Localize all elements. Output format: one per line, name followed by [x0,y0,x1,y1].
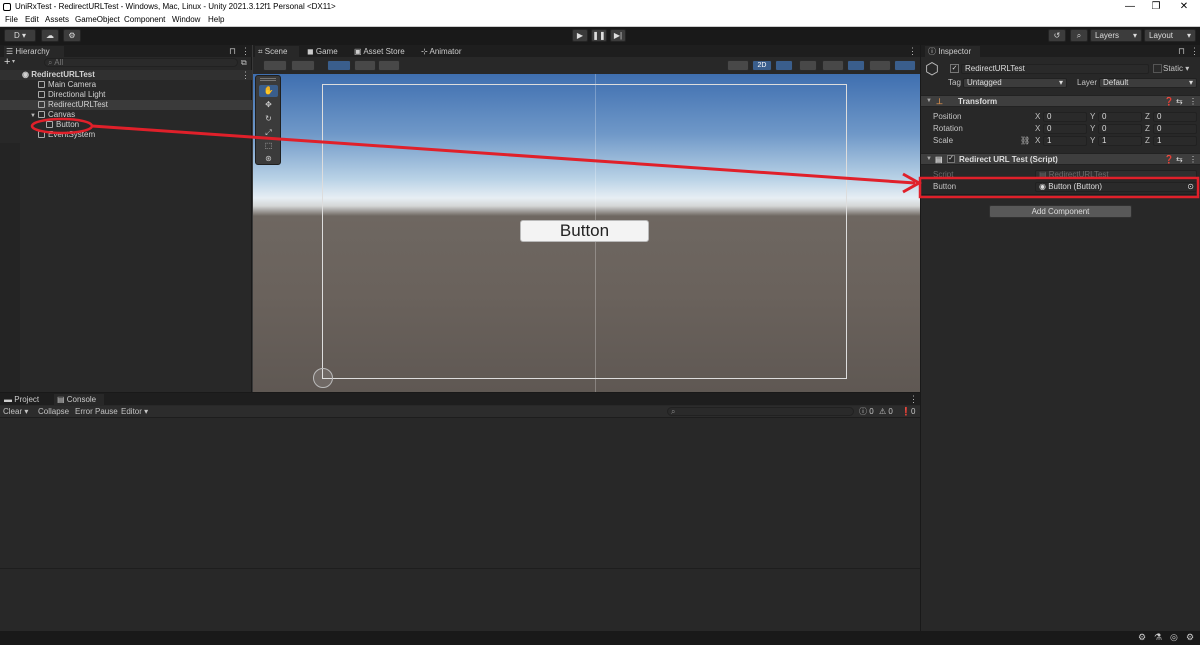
annotation-ellipse [30,117,94,135]
annotation-overlay [30,117,1200,199]
annotation-highlight-box [918,176,1200,199]
annotation-arrow-line [91,124,916,185]
